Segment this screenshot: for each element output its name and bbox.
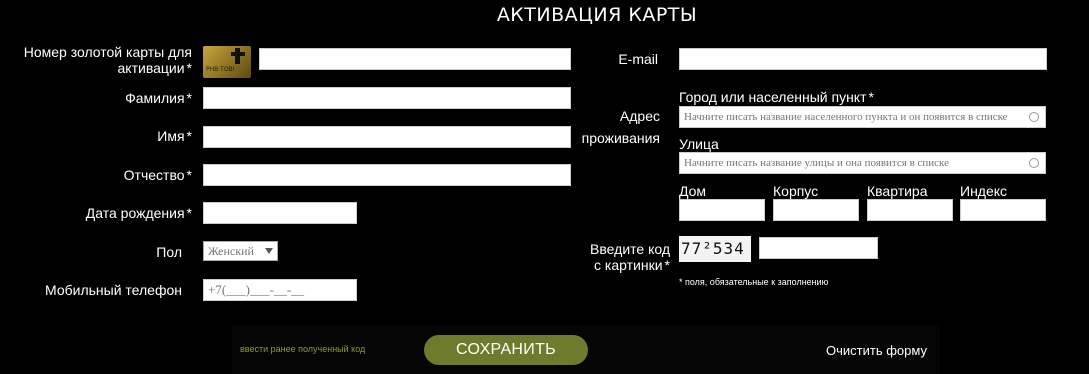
- captcha-label: Введите код с картинки *: [590, 241, 670, 273]
- email-input[interactable]: [679, 48, 1047, 70]
- building-label: Корпус: [773, 183, 819, 199]
- patronymic-label: Отчество *: [123, 167, 192, 183]
- gold-card-icon: PHB·TOBI: [203, 46, 251, 78]
- gender-label: Пол: [156, 244, 182, 260]
- phone-input[interactable]: +7(___)___-__-__: [203, 279, 357, 301]
- city-input[interactable]: Начните писать название населенного пунк…: [679, 106, 1046, 128]
- card-number-input[interactable]: [259, 48, 571, 70]
- card-number-label: Номер золотой карты для активации *: [23, 44, 192, 76]
- house-label: Дом: [679, 183, 707, 199]
- street-label: Улица: [679, 136, 719, 152]
- circle-icon: [1029, 158, 1039, 168]
- apartment-label: Квартира: [867, 183, 928, 199]
- birthdate-label: Дата рождения *: [85, 205, 192, 221]
- building-input[interactable]: [773, 199, 859, 221]
- enter-previous-code-link[interactable]: ввести ранее полученный код: [240, 344, 365, 354]
- activation-page: АКТИВАЦИЯ КАРТЫ Номер золотой карты для …: [0, 0, 1089, 374]
- apartment-input[interactable]: [867, 199, 953, 221]
- street-input[interactable]: Начните писать название улицы и она появ…: [679, 152, 1046, 174]
- phone-label: Мобильный телефон: [45, 282, 182, 298]
- address-label: Адрес проживания: [581, 108, 660, 146]
- city-label: Город или населенный пункт *: [679, 89, 874, 105]
- birthdate-input[interactable]: [203, 202, 357, 224]
- gender-select[interactable]: Женский: [203, 241, 278, 261]
- save-button[interactable]: СОХРАНИТЬ: [424, 335, 588, 365]
- page-title: АКТИВАЦИЯ КАРТЫ: [496, 4, 698, 26]
- captcha-input[interactable]: [759, 237, 878, 259]
- required-note: * поля, обязательные к заполнению: [679, 277, 829, 287]
- surname-label: Фамилия *: [125, 90, 192, 106]
- dropdown-arrow-icon: [265, 248, 273, 254]
- patronymic-input[interactable]: [203, 164, 571, 186]
- name-input[interactable]: [203, 126, 571, 148]
- surname-input[interactable]: [203, 87, 571, 109]
- captcha-image: 77²534: [679, 236, 751, 262]
- circle-icon: [1029, 112, 1039, 122]
- index-label: Индекс: [960, 183, 1008, 199]
- clear-form-button[interactable]: Очистить форму: [826, 343, 927, 358]
- name-label: Имя *: [157, 128, 192, 144]
- house-input[interactable]: [679, 199, 765, 221]
- email-label: E-mail: [618, 51, 658, 67]
- index-input[interactable]: [960, 199, 1046, 221]
